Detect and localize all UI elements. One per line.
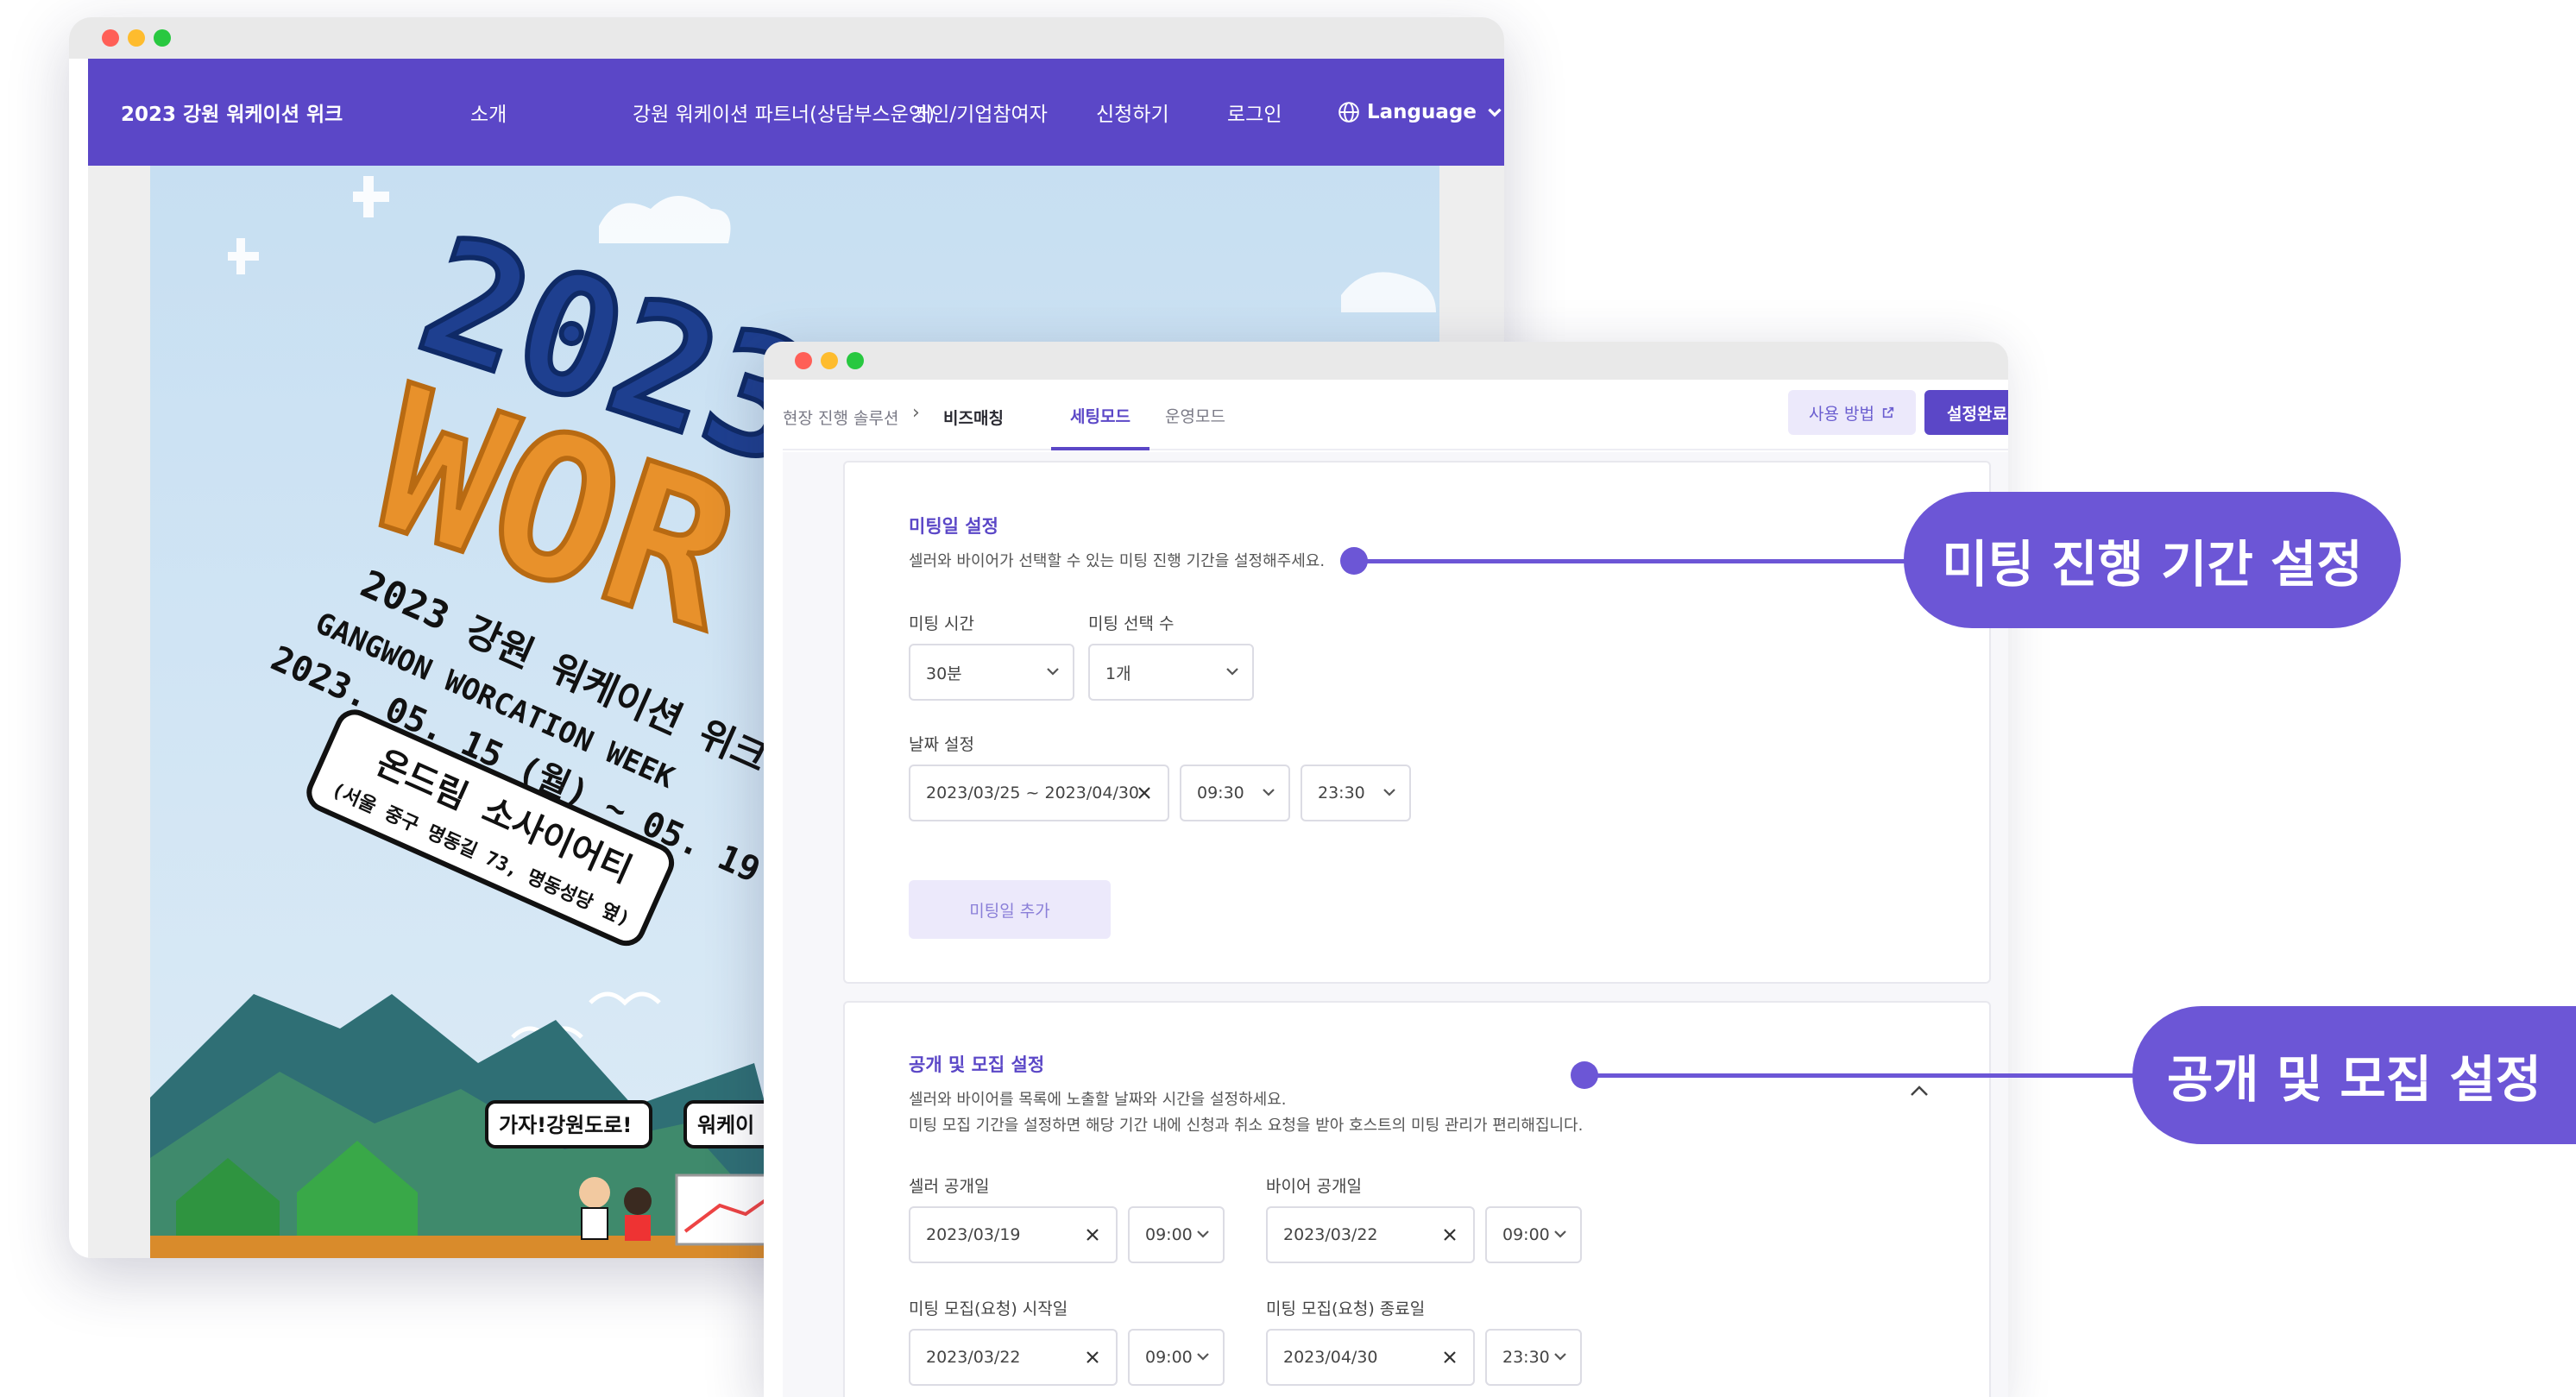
how-to-use-label: 사용 방법 [1809, 404, 1874, 424]
seller-open-time-value: 09:00 [1145, 1225, 1193, 1244]
date-range-value: 2023/03/25 ~ 2023/04/30 [926, 783, 1140, 802]
chevron-down-icon [1047, 668, 1059, 676]
settings-browser-window: 현장 진행 솔루션 › 비즈매칭 세팅모드 운영모드 사용 방법 설정완료 미팅… [764, 342, 2008, 1397]
close-window-button[interactable] [102, 29, 119, 47]
meeting-start-time-select[interactable]: 09:30 [1180, 765, 1290, 821]
meeting-time-value: 30분 [926, 664, 962, 683]
recruit-end-time-select[interactable]: 23:30 [1485, 1329, 1582, 1386]
meeting-time-label: 미팅 시간 [909, 614, 974, 633]
recruit-end-label: 미팅 모집(요청) 종료일 [1266, 1299, 1426, 1318]
nav-item-participants[interactable]: 개인/기업참여자 [913, 98, 1048, 127]
app-header: 현장 진행 솔루션 › 비즈매칭 세팅모드 운영모드 사용 방법 설정완료 [783, 380, 2008, 450]
nav-item-login[interactable]: 로그인 [1227, 98, 1282, 127]
meeting-count-value: 1개 [1105, 664, 1131, 683]
recruit-start-date-value: 2023/03/22 [926, 1348, 1021, 1367]
seller-open-date-value: 2023/03/19 [926, 1225, 1021, 1244]
clear-x-icon[interactable] [1440, 1348, 1459, 1367]
add-meeting-day-button[interactable]: 미팅일 추가 [909, 880, 1111, 939]
active-tab-indicator [1051, 447, 1149, 450]
breadcrumb-current: 비즈매칭 [943, 409, 1004, 428]
chevron-down-icon [1554, 1230, 1566, 1238]
meeting-count-label: 미팅 선택 수 [1088, 614, 1175, 633]
minimize-window-button[interactable] [821, 352, 838, 369]
language-selector[interactable]: Language [1338, 101, 1504, 123]
public-recruit-description-2: 미팅 모집 기간을 설정하면 해당 기간 내에 신청과 취소 요청을 받아 호스… [909, 1117, 1584, 1135]
buyer-open-time-value: 09:00 [1502, 1225, 1550, 1244]
window-controls [795, 352, 864, 369]
chevron-down-icon [1197, 1230, 1209, 1238]
callout-line-meeting-period [1354, 559, 1915, 563]
chevron-down-icon [1554, 1353, 1566, 1361]
window-titlebar [69, 17, 1504, 59]
seller-open-label: 셀러 공개일 [909, 1177, 990, 1196]
maximize-window-button[interactable] [847, 352, 864, 369]
date-setting-label: 날짜 설정 [909, 735, 974, 754]
language-label: Language [1367, 101, 1477, 123]
breadcrumb-separator: › [912, 402, 920, 424]
callout-meeting-period: 미팅 진행 기간 설정 [1904, 492, 2401, 628]
window-controls [102, 29, 171, 47]
public-recruit-settings-card: 공개 및 모집 설정 셀러와 바이어를 목록에 노출할 날짜와 시간을 설정하세… [843, 1001, 1991, 1397]
external-link-icon [1882, 406, 1894, 418]
recruit-end-time-value: 23:30 [1502, 1348, 1550, 1367]
site-navbar: 2023 강원 워케이션 위크 소개 강원 워케이션 파트너(상담부스운영) 개… [88, 59, 1504, 166]
chevron-down-icon [1263, 789, 1275, 796]
meeting-day-settings-card: 미팅일 설정 셀러와 바이어가 선택할 수 있는 미팅 진행 기간을 설정해주세… [843, 461, 1991, 984]
site-brand[interactable]: 2023 강원 워케이션 위크 [121, 98, 343, 127]
callout-line-public-recruit [1584, 1073, 2145, 1078]
settings-content: 미팅일 설정 셀러와 바이어가 선택할 수 있는 미팅 진행 기간을 설정해주세… [783, 452, 2008, 1397]
meeting-start-time-value: 09:30 [1197, 783, 1244, 802]
recruit-start-label: 미팅 모집(요청) 시작일 [909, 1299, 1068, 1318]
recruit-start-time-value: 09:00 [1145, 1348, 1193, 1367]
recruit-start-date-input[interactable]: 2023/03/22 [909, 1329, 1118, 1386]
meeting-day-title: 미팅일 설정 [909, 516, 998, 537]
setup-complete-button[interactable]: 설정완료 [1924, 390, 2008, 435]
buyer-open-date-input[interactable]: 2023/03/22 [1266, 1206, 1475, 1263]
chevron-down-icon [1383, 789, 1395, 796]
recruit-end-date-value: 2023/04/30 [1283, 1348, 1378, 1367]
buyer-open-date-value: 2023/03/22 [1283, 1225, 1378, 1244]
chevron-down-icon [1226, 668, 1238, 676]
tab-setting-mode[interactable]: 세팅모드 [1070, 404, 1131, 427]
clear-x-icon[interactable] [1083, 1225, 1102, 1244]
recruit-start-time-select[interactable]: 09:00 [1128, 1329, 1225, 1386]
meeting-day-description: 셀러와 바이어가 선택할 수 있는 미팅 진행 기간을 설정해주세요. [909, 552, 1326, 570]
clear-x-icon[interactable] [1083, 1348, 1102, 1367]
chevron-down-icon [1197, 1353, 1209, 1361]
tab-operation-mode[interactable]: 운영모드 [1165, 404, 1225, 427]
how-to-use-button[interactable]: 사용 방법 [1788, 390, 1916, 435]
close-window-button[interactable] [795, 352, 812, 369]
recruit-end-date-input[interactable]: 2023/04/30 [1266, 1329, 1475, 1386]
window-titlebar [764, 342, 2008, 380]
nav-item-apply[interactable]: 신청하기 [1096, 98, 1169, 127]
clear-x-icon[interactable] [1440, 1225, 1459, 1244]
globe-icon [1338, 102, 1359, 123]
meeting-count-select[interactable]: 1개 [1088, 644, 1254, 701]
chevron-down-icon [1488, 108, 1502, 117]
meeting-end-time-value: 23:30 [1318, 783, 1365, 802]
poster-sign-1: 가자!강원도로! [499, 1113, 632, 1137]
buyer-open-label: 바이어 공개일 [1266, 1177, 1362, 1196]
seller-open-time-select[interactable]: 09:00 [1128, 1206, 1225, 1263]
meeting-end-time-select[interactable]: 23:30 [1301, 765, 1411, 821]
poster-sign-2: 워케이 [697, 1113, 754, 1137]
nav-item-partner[interactable]: 강원 워케이션 파트너(상담부스운영) [633, 98, 935, 127]
collapse-chevron-up-icon[interactable] [1908, 1084, 1930, 1098]
clear-x-icon[interactable] [1135, 783, 1154, 802]
maximize-window-button[interactable] [154, 29, 171, 47]
public-recruit-title: 공개 및 모집 설정 [909, 1054, 1045, 1075]
callout-public-recruit: 공개 및 모집 설정 [2132, 1006, 2576, 1144]
meeting-time-select[interactable]: 30분 [909, 644, 1074, 701]
public-recruit-description-1: 셀러와 바이어를 목록에 노출할 날짜와 시간을 설정하세요. [909, 1091, 1287, 1109]
breadcrumb-root[interactable]: 현장 진행 솔루션 [783, 406, 898, 429]
seller-open-date-input[interactable]: 2023/03/19 [909, 1206, 1118, 1263]
date-range-input[interactable]: 2023/03/25 ~ 2023/04/30 [909, 765, 1169, 821]
nav-item-intro[interactable]: 소개 [470, 98, 507, 127]
buyer-open-time-select[interactable]: 09:00 [1485, 1206, 1582, 1263]
minimize-window-button[interactable] [128, 29, 145, 47]
